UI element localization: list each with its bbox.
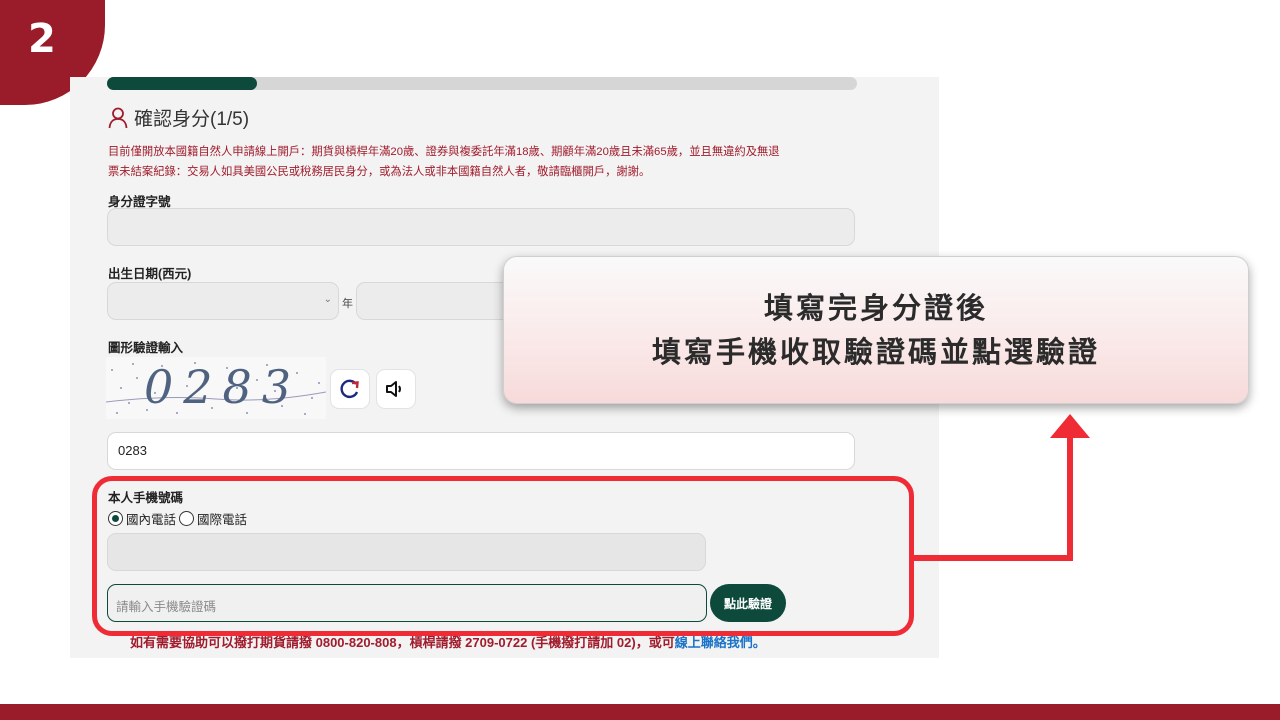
progress-fill [107, 77, 257, 90]
contact-link[interactable]: 線上聯絡我們。 [675, 635, 766, 650]
captcha-image: 0283 [106, 357, 326, 419]
notice-line: 票未結案紀錄：交易人如具美國公民或稅務居民身分，或為法人或非本國籍自然人者，敬請… [108, 166, 651, 178]
eligibility-notice: 目前僅開放本國籍自然人申請線上開戶：期貨與槓桿年滿20歲、證券與複委託年滿18歲… [108, 142, 868, 182]
user-icon [108, 107, 128, 128]
id-number-input[interactable] [107, 208, 855, 246]
callout-line-2: 填寫手機收取驗證碼並點選驗證 [651, 335, 1100, 369]
captcha-input-value: 0283 [118, 443, 147, 458]
audio-captcha-button[interactable] [376, 369, 416, 409]
refresh-captcha-button[interactable] [330, 369, 370, 409]
step-number: 2 [28, 16, 56, 62]
page-title: 確認身分(1/5) [134, 109, 250, 130]
callout-line-1: 填寫完身分證後 [763, 291, 988, 325]
refresh-icon [340, 379, 359, 399]
speaker-icon [386, 381, 401, 397]
birth-date-label: 出生日期(西元) [108, 267, 192, 281]
instruction-callout: 填寫完身分證後 填寫手機收取驗證碼並點選驗證 [503, 256, 1249, 404]
progress-bar [107, 77, 857, 90]
captcha-input[interactable]: 0283 [107, 432, 855, 470]
notice-line: 目前僅開放本國籍自然人申請線上開戶：期貨與槓桿年滿20歲、證券與複委託年滿18歲… [108, 146, 780, 158]
birth-year-select[interactable]: ⌄ [107, 282, 339, 320]
help-text-body: 如有需要協助可以撥打期貨請撥 0800-820-808，槓桿請撥 2709-07… [130, 635, 675, 650]
year-suffix: 年 [342, 297, 353, 310]
chevron-down-icon: ⌄ [323, 294, 332, 305]
captcha-label: 圖形驗證輸入 [108, 341, 184, 355]
form-title-row: 確認身分(1/5) [108, 104, 249, 131]
phone-section-highlight [92, 476, 914, 636]
bottom-brand-bar [0, 704, 1280, 720]
pointer-arrow [914, 414, 1090, 561]
captcha-code: 0283 [144, 360, 302, 414]
